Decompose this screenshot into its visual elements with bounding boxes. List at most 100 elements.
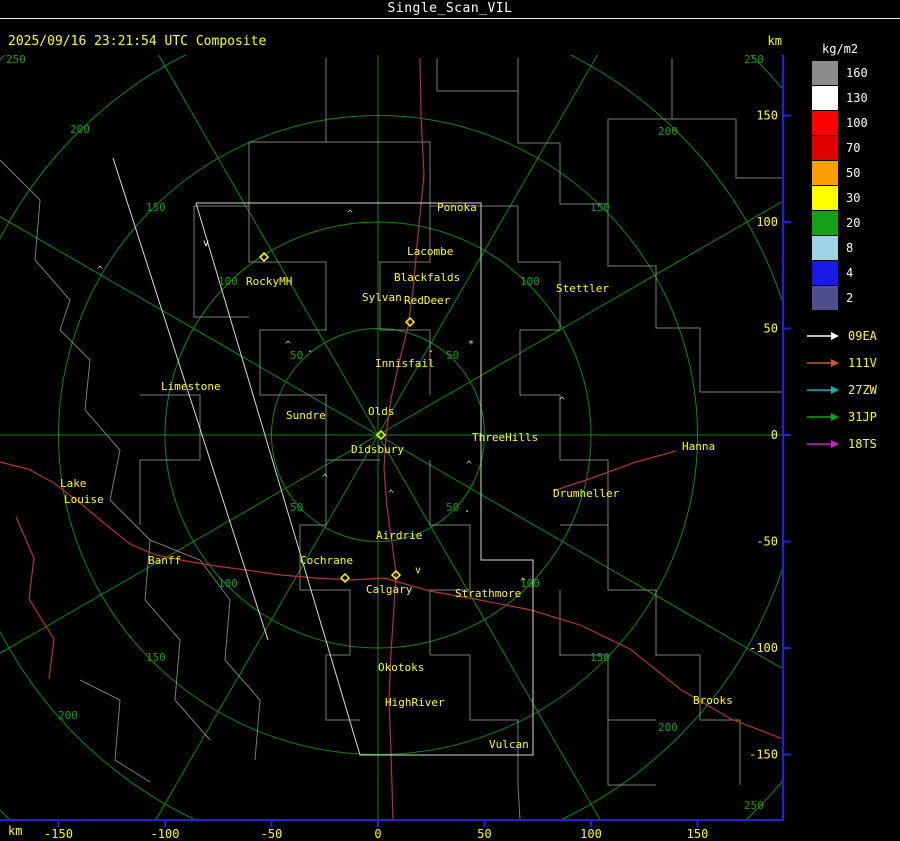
range-ring-label: 150	[146, 651, 166, 664]
city-label: Vulcan	[489, 738, 529, 751]
range-radial-line	[0, 200, 783, 654]
right-axis-tick-label: 0	[771, 428, 778, 442]
county-boundary-line	[0, 159, 71, 331]
radar-site-row: 31JP	[806, 403, 898, 430]
county-boundary-line	[700, 719, 741, 785]
range-radial-line	[0, 216, 783, 670]
window-title: Single_Scan_VIL	[0, 0, 900, 19]
legend-color-swatch	[812, 210, 838, 235]
legend-radar-sites: 09EA 111V 27ZW 31JP 18TS	[806, 322, 898, 457]
highway-line	[15, 516, 55, 680]
city-label: Okotoks	[378, 661, 424, 674]
city-label: HighRiver	[385, 696, 445, 709]
town-marker: ^	[97, 265, 103, 276]
site-id-label: 111V	[848, 355, 877, 370]
range-ring-label: 100	[218, 577, 238, 590]
legend-color-swatch	[812, 285, 838, 310]
city-label: ThreeHills	[472, 431, 538, 444]
legend-color-swatch	[812, 235, 838, 260]
site-id-label: 27ZW	[848, 382, 877, 397]
city-label: Ponoka	[437, 201, 477, 214]
range-ring-label: 250	[6, 55, 26, 66]
legend-entry: 50	[806, 160, 898, 185]
town-marker: ^	[322, 473, 328, 484]
city-label: Louise	[64, 493, 104, 506]
town-marker: ^	[347, 209, 353, 220]
town-marker: .	[464, 504, 470, 515]
range-ring-label: 150	[146, 201, 166, 214]
bottom-axis-tick-label: 50	[477, 827, 491, 841]
legend-entry: 8	[806, 235, 898, 260]
legend-value: 4	[846, 265, 854, 280]
county-boundary-line	[560, 524, 701, 720]
radar-site-row: 18TS	[806, 430, 898, 457]
site-arrow-icon	[807, 439, 839, 448]
city-label: Lacombe	[407, 245, 453, 258]
legend-color-swatch	[812, 185, 838, 210]
legend-value: 20	[846, 215, 861, 230]
city-label: Sundre	[286, 409, 326, 422]
range-ring-label: 50	[290, 349, 303, 362]
city-label: Cochrane	[300, 554, 353, 567]
radar-site-row: 09EA	[806, 322, 898, 349]
range-ring-label: 100	[520, 275, 540, 288]
legend-value: 130	[846, 90, 868, 105]
range-ring-label: 150	[590, 201, 610, 214]
town-marker: .	[307, 344, 313, 355]
bottom-axis-tick-label: 100	[580, 827, 602, 841]
city-label: RockyMH	[246, 275, 292, 288]
legend-value: 100	[846, 115, 868, 130]
bottom-axis-tick-label: -150	[44, 827, 73, 841]
legend-color-scale: 160 130 100 70 50 30 20 8 4 2	[806, 60, 898, 310]
legend-color-swatch	[812, 110, 838, 135]
legend-color-swatch	[812, 85, 838, 110]
range-ring	[0, 55, 783, 820]
city-label: Limestone	[161, 380, 221, 393]
right-axis-tick-label: 50	[764, 322, 778, 336]
city-label: Innisfail	[375, 357, 435, 370]
radar-site-row: 27ZW	[806, 376, 898, 403]
town-marker: ^	[559, 396, 565, 407]
range-ring-label: 250	[744, 799, 764, 812]
range-ring-label: 50	[446, 501, 459, 514]
town-marker: v	[203, 238, 209, 249]
site-id-label: 09EA	[848, 328, 877, 343]
town-marker: ^	[285, 340, 291, 351]
city-label: Airdrie	[376, 529, 422, 542]
county-boundary-line	[520, 394, 609, 525]
city-label: Sylvan	[362, 291, 402, 304]
legend-entry: 160	[806, 60, 898, 85]
town-marker: *	[468, 339, 474, 350]
right-axis-tick-label: 100	[756, 215, 778, 229]
right-axis-tick-label: 150	[756, 109, 778, 123]
site-arrow-icon	[807, 385, 839, 394]
site-id-label: 18TS	[848, 436, 877, 451]
radar-map-canvas[interactable]: 250 250200 200150 150100 10050 5050 50100 10015…	[0, 55, 900, 841]
legend-color-swatch	[812, 260, 838, 285]
legend-color-swatch	[812, 135, 838, 160]
city-label: Didsbury	[351, 443, 404, 456]
legend-units-label: kg/m2	[822, 42, 859, 56]
bottom-axis-tick-label: -100	[151, 827, 180, 841]
right-axis-tick-label: -100	[749, 641, 778, 655]
right-axis-tick-label: -50	[756, 535, 778, 549]
county-boundary-line	[79, 679, 151, 783]
legend-entry: 130	[806, 85, 898, 110]
site-arrow-icon	[807, 412, 839, 421]
county-boundary-line	[379, 206, 431, 330]
city-label: RedDeer	[404, 294, 451, 307]
right-axis-unit-label: km	[767, 34, 782, 48]
legend-value: 2	[846, 290, 854, 305]
site-arrow-icon	[807, 331, 839, 340]
legend-entry: 4	[806, 260, 898, 285]
county-boundary-line	[672, 118, 783, 179]
city-label: Stettler	[556, 282, 609, 295]
town-marker: v	[415, 565, 421, 576]
scan-area-outline	[112, 157, 269, 641]
city-label: Drumheller	[553, 487, 620, 500]
legend-value: 30	[846, 190, 861, 205]
legend-entry: 70	[806, 135, 898, 160]
highway-line	[383, 577, 783, 740]
site-arrow-icon	[807, 358, 839, 367]
city-label: Blackfalds	[394, 271, 460, 284]
